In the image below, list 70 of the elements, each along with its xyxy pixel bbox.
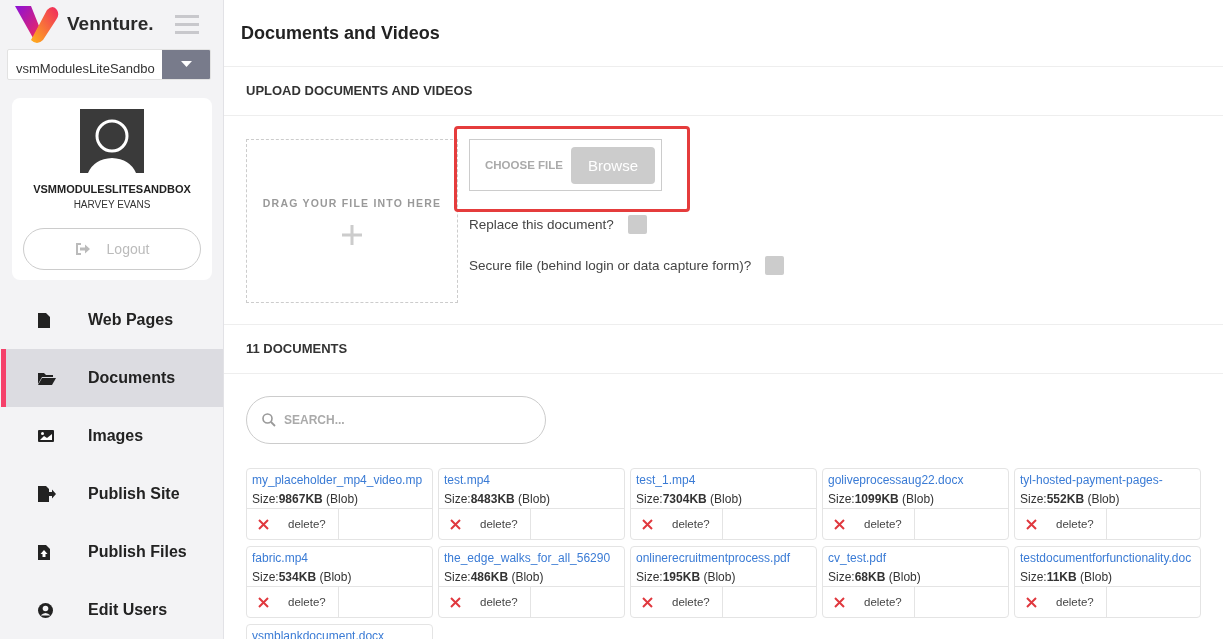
- option-label: Replace this document?: [469, 217, 614, 232]
- image-icon: [38, 430, 54, 442]
- upload-file-icon: [38, 544, 50, 560]
- file-icon: [38, 312, 50, 328]
- document-size: Size:534KB (Blob): [252, 570, 353, 584]
- document-link[interactable]: the_edge_walks_for_all_56290: [444, 551, 619, 565]
- user-name: HARVEY EVANS: [73, 199, 151, 210]
- delete-label[interactable]: delete?: [288, 518, 326, 531]
- document-link[interactable]: goliveprocessaug22.docx: [828, 473, 1003, 487]
- export-file-icon: [38, 486, 56, 502]
- nav-item[interactable]: Images: [1, 407, 223, 465]
- delete-label[interactable]: delete?: [480, 518, 518, 531]
- delete-icon[interactable]: [450, 596, 461, 608]
- brand-name: Vennture.: [67, 13, 154, 36]
- search-icon: [262, 413, 276, 427]
- delete-label[interactable]: delete?: [864, 518, 902, 531]
- caret-icon: [180, 61, 192, 68]
- document-size: Size:8483KB (Blob): [444, 492, 552, 506]
- delete-label[interactable]: delete?: [672, 596, 710, 609]
- delete-icon[interactable]: [642, 518, 653, 530]
- folder-icon: [38, 371, 56, 385]
- document-link[interactable]: onlinerecruitmentprocess.pdf: [636, 551, 811, 565]
- document-size: Size:11KB (Blob): [1020, 570, 1114, 584]
- logout-icon: [74, 243, 91, 255]
- delete-icon[interactable]: [834, 518, 845, 530]
- page-title: Documents and Videos: [224, 0, 1223, 67]
- document-size: Size:552KB (Blob): [1020, 492, 1121, 506]
- delete-label[interactable]: delete?: [480, 596, 518, 609]
- document-link[interactable]: testdocumentforfunctionality.doc: [1020, 551, 1195, 565]
- nav-item[interactable]: Documents: [1, 349, 223, 407]
- user-icon: [38, 602, 53, 618]
- delete-icon[interactable]: [642, 596, 653, 608]
- document-link[interactable]: test.mp4: [444, 473, 619, 487]
- delete-label[interactable]: delete?: [288, 596, 326, 609]
- delete-icon[interactable]: [450, 518, 461, 530]
- logo-icon: [13, 4, 61, 45]
- document-link[interactable]: cv_test.pdf: [828, 551, 1003, 565]
- delete-icon[interactable]: [834, 596, 845, 608]
- document-link[interactable]: tyl-hosted-payment-pages-: [1020, 473, 1195, 487]
- delete-icon[interactable]: [1026, 596, 1037, 608]
- document-size: Size:195KB (Blob): [636, 570, 737, 584]
- document-link[interactable]: test_1.mp4: [636, 473, 811, 487]
- document-size: Size:9867KB (Blob): [252, 492, 360, 506]
- document-size: Size:486KB (Blob): [444, 570, 545, 584]
- document-size: Size:7304KB (Blob): [636, 492, 744, 506]
- nav-item[interactable]: Edit Users: [1, 581, 223, 639]
- checkbox[interactable]: [627, 215, 647, 234]
- avatar-icon: [80, 109, 144, 173]
- delete-icon[interactable]: [1026, 518, 1037, 530]
- section-heading: UPLOAD DOCUMENTS AND VIDEOS: [224, 67, 1223, 116]
- section-heading: 11 DOCUMENTS: [224, 325, 1223, 374]
- delete-label[interactable]: delete?: [864, 596, 902, 609]
- delete-icon[interactable]: [258, 518, 269, 530]
- plus-icon: [342, 225, 362, 245]
- delete-icon[interactable]: [258, 596, 269, 608]
- document-link[interactable]: my_placeholder_mp4_video.mp: [252, 473, 427, 487]
- delete-label[interactable]: delete?: [672, 518, 710, 531]
- nav-item[interactable]: Publish Files: [1, 523, 223, 581]
- nav-item[interactable]: Publish Site: [1, 465, 223, 523]
- option-label: Secure file (behind login or data capture form)?: [469, 258, 752, 273]
- document-size: Size:68KB (Blob): [828, 570, 922, 584]
- site-name: VSMMODULESLITESANDBOX: [33, 183, 191, 195]
- document-size: Size:1099KB (Blob): [828, 492, 936, 506]
- document-link[interactable]: fabric.mp4: [252, 551, 427, 565]
- search-field[interactable]: SEARCH...: [246, 396, 546, 444]
- nav-item[interactable]: Web Pages: [1, 291, 223, 349]
- delete-label[interactable]: delete?: [1056, 518, 1094, 531]
- delete-label[interactable]: delete?: [1056, 596, 1094, 609]
- checkbox[interactable]: [765, 256, 785, 275]
- site-dropdown[interactable]: vsmModulesLiteSandbo: [7, 48, 211, 80]
